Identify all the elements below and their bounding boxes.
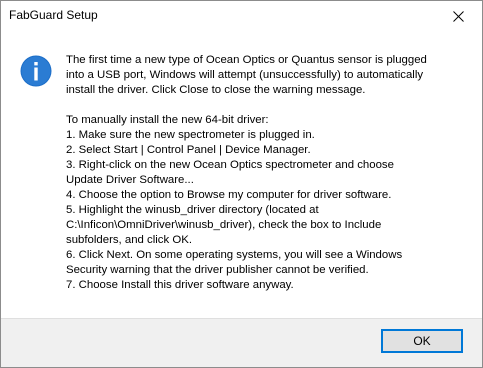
window-title: FabGuard Setup: [9, 8, 98, 22]
message-line: The first time a new type of Ocean Optic…: [66, 54, 427, 66]
close-button[interactable]: [436, 1, 482, 31]
message-line: Update Driver Software...: [66, 174, 194, 186]
message-line: 7. Choose Install this driver software a…: [66, 279, 294, 291]
message-line: 6. Click Next. On some operating systems…: [66, 249, 403, 261]
dialog-content: The first time a new type of Ocean Optic…: [1, 31, 482, 319]
info-icon: [20, 55, 52, 87]
message-line: into a USB port, Windows will attempt (u…: [66, 69, 424, 81]
message-line: 2. Select Start | Control Panel | Device…: [66, 144, 311, 156]
message-line: subfolders, and click OK.: [66, 234, 192, 246]
button-bar: OK: [1, 318, 482, 367]
message-line: Security warning that the driver publish…: [66, 264, 369, 276]
close-icon: [453, 11, 464, 22]
dialog-window: FabGuard Setup The first time a new type…: [0, 0, 483, 368]
message-line: To manually install the new 64-bit drive…: [66, 114, 269, 126]
message-line: 5. Highlight the winusb_driver directory…: [66, 204, 319, 216]
message-text: The first time a new type of Ocean Optic…: [66, 53, 466, 293]
message-line: install the driver. Click Close to close…: [66, 84, 366, 96]
message-line: C:\Inficon\OmniDriver\winusb_driver), ch…: [66, 219, 382, 231]
message-line: 3. Right-click on the new Ocean Optics s…: [66, 159, 394, 171]
message-line: 1. Make sure the new spectrometer is plu…: [66, 129, 315, 141]
ok-button[interactable]: OK: [381, 329, 463, 353]
title-bar: FabGuard Setup: [1, 1, 482, 31]
message-line: 4. Choose the option to Browse my comput…: [66, 189, 392, 201]
